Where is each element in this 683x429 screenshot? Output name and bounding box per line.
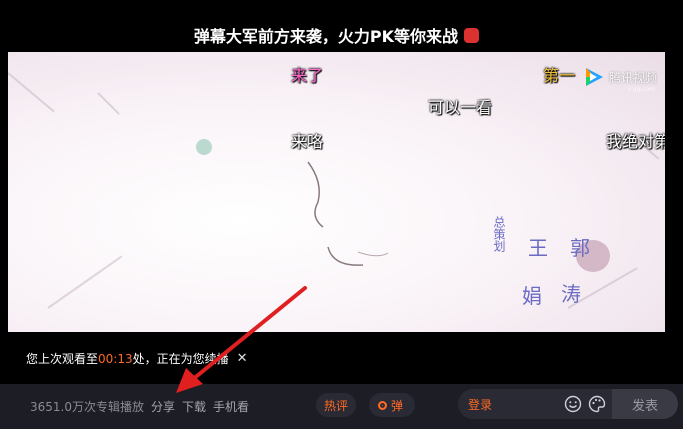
- resume-playback-notice: 您上次观看至00:13处，正在为您续播 ✕: [8, 332, 665, 384]
- danmu-toggle-label: 弹: [391, 398, 404, 413]
- tencent-video-logo: 腾讯视频 v.qq.com: [583, 66, 657, 93]
- danmu-comment: 可以一看: [428, 98, 493, 117]
- credits-name-char: 娟: [522, 284, 542, 308]
- video-player[interactable]: 弹幕大军前方来袭，火力PK等你来战 来了 第一 可以一看 来咯 我绝对第 腾讯视…: [0, 0, 683, 384]
- danmu-input[interactable]: 登录: [458, 389, 612, 419]
- video-frame[interactable]: 来了 第一 可以一看 来咯 我绝对第 腾讯视频 v.qq.com 总策划 王 郭…: [8, 52, 665, 332]
- hot-comments-button[interactable]: 热评: [316, 393, 356, 417]
- credits-name-char: 郭: [570, 236, 590, 260]
- play-logo-icon: [585, 68, 603, 86]
- download-button[interactable]: 下载: [182, 398, 206, 415]
- watch-on-mobile-button[interactable]: 手机看: [213, 398, 249, 415]
- logo-text: 腾讯视频: [608, 70, 657, 85]
- resume-suffix: 处，正在为您续播: [132, 351, 229, 366]
- decorative-streak: [97, 92, 120, 115]
- danmu-toggle[interactable]: 弹: [369, 393, 415, 417]
- logo-subtext: v.qq.com: [627, 86, 655, 93]
- decorative-streak: [8, 72, 55, 113]
- resume-prefix: 您上次观看至: [26, 351, 99, 366]
- album-play-count: 3651.0万次专辑播放: [30, 400, 144, 414]
- danmu-comment: 我绝对第: [606, 132, 665, 151]
- danmu-comment: 来咯: [291, 132, 324, 151]
- decorative-streak: [47, 255, 123, 309]
- banner-text: 弹幕大军前方来袭，火力PK等你来战: [193, 27, 459, 46]
- decorative-blob: [196, 139, 212, 155]
- close-icon[interactable]: ✕: [237, 351, 248, 366]
- resume-time: 00:13: [98, 351, 133, 366]
- danmu-promo-banner: 弹幕大军前方来袭，火力PK等你来战: [8, 18, 665, 52]
- login-link[interactable]: 登录: [468, 396, 492, 413]
- boxing-glove-icon: [464, 27, 480, 43]
- smile-icon[interactable]: [564, 395, 582, 413]
- toggle-dot-icon: [378, 400, 387, 410]
- palette-icon[interactable]: [588, 395, 606, 413]
- credits-role: 总策划: [492, 216, 506, 252]
- danmu-comment: 第一: [543, 66, 576, 85]
- share-button[interactable]: 分享: [151, 398, 175, 415]
- credits-name-char: 涛: [561, 282, 581, 306]
- figure-sketch: [307, 161, 389, 266]
- send-danmu-button[interactable]: 发表: [612, 389, 678, 419]
- credits-name-char: 王: [528, 236, 548, 260]
- danmu-comment: 来了: [291, 66, 324, 85]
- resume-message: 您上次观看至00:13处，正在为您续播: [26, 350, 229, 367]
